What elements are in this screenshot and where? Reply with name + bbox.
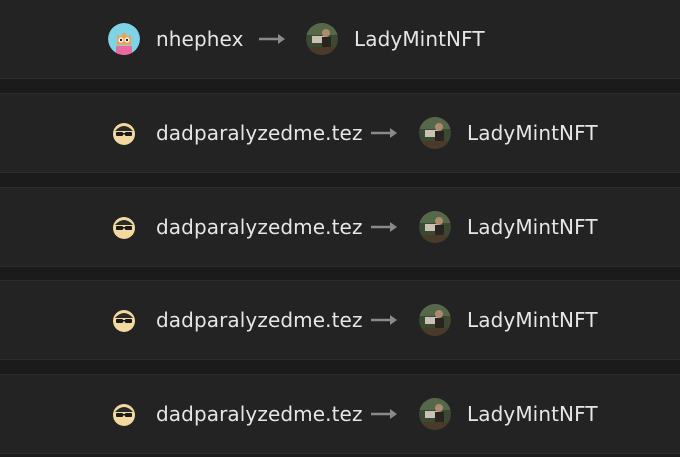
sunglasses-face-avatar-icon[interactable] [112,121,136,145]
sender-name[interactable]: nhephex [156,27,244,51]
photo-avatar-icon[interactable] [306,23,338,55]
sender-name[interactable]: dadparalyzedme.tez [156,121,363,145]
transfer-row: dadparalyzedme.tez LadyMintNFT [0,187,680,267]
cat-avatar-icon[interactable] [108,23,140,55]
recipient-name[interactable]: LadyMintNFT [467,121,598,145]
sunglasses-face-avatar-icon[interactable] [112,308,136,332]
photo-avatar-icon[interactable] [419,304,451,336]
recipient-name[interactable]: LadyMintNFT [467,215,598,239]
arrow-right-icon [371,222,397,232]
arrow-right-icon [371,409,397,419]
arrow-right-icon [371,315,397,325]
sender-name[interactable]: dadparalyzedme.tez [156,215,363,239]
transfer-row: nhephex LadyMintNFT [0,0,680,79]
photo-avatar-icon[interactable] [419,117,451,149]
arrow-right-icon [371,128,397,138]
photo-avatar-icon[interactable] [419,211,451,243]
transfer-row: dadparalyzedme.tez LadyMintNFT [0,280,680,360]
sunglasses-face-avatar-icon[interactable] [112,402,136,426]
sender-name[interactable]: dadparalyzedme.tez [156,402,363,426]
recipient-name[interactable]: LadyMintNFT [467,402,598,426]
transfer-row: dadparalyzedme.tez LadyMintNFT [0,93,680,173]
sender-name[interactable]: dadparalyzedme.tez [156,308,363,332]
transfer-row: dadparalyzedme.tez LadyMintNFT [0,374,680,454]
recipient-name[interactable]: LadyMintNFT [467,308,598,332]
arrow-right-icon [259,34,285,44]
recipient-name[interactable]: LadyMintNFT [354,27,485,51]
photo-avatar-icon[interactable] [419,398,451,430]
sunglasses-face-avatar-icon[interactable] [112,215,136,239]
